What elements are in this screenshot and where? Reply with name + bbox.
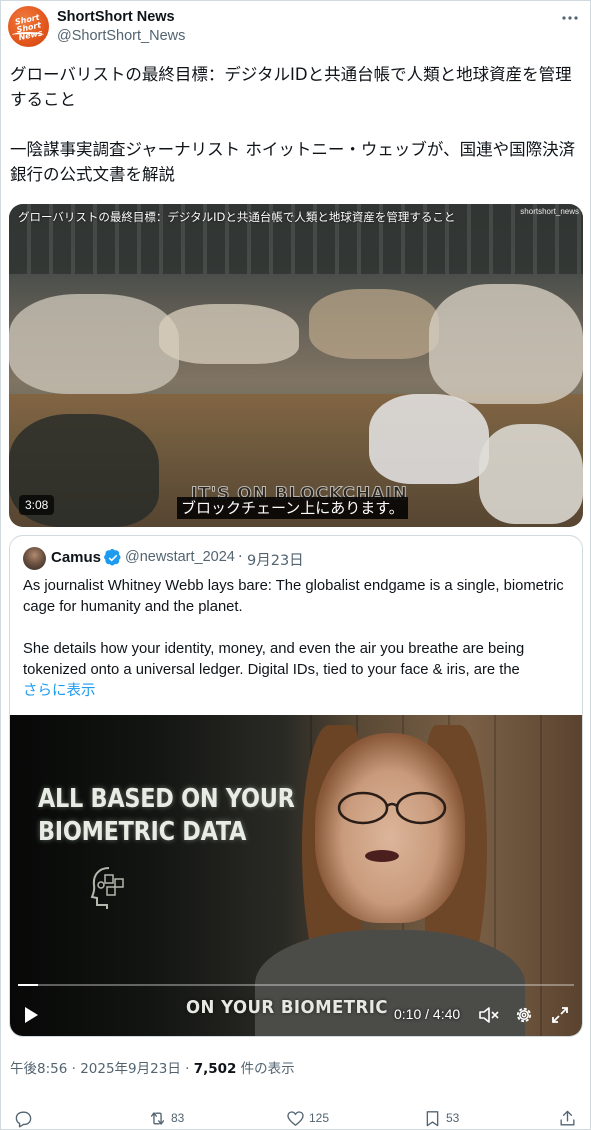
fullscreen-icon[interactable] [551, 1006, 569, 1024]
video-timestamp: 0:10 / 4:40 [394, 1006, 461, 1022]
more-options-button[interactable] [560, 8, 580, 28]
video-heading-overlay: ALL BASED ON YOUR BIOMETRIC DATA [38, 784, 295, 847]
goods-pile [429, 284, 583, 404]
glasses [337, 791, 447, 825]
goods-pile [369, 394, 489, 484]
tweet-metadata: 午後8:56 · 2025年9月23日 · 7,502 件の表示 [10, 1057, 295, 1077]
retweet-icon [150, 1111, 165, 1125]
speaker-lips [365, 850, 399, 862]
quoted-handle[interactable]: @newstart_2024 [125, 549, 235, 565]
goods-pile [159, 304, 299, 364]
reply-button[interactable] [14, 1106, 37, 1130]
like-count: 125 [309, 1111, 330, 1125]
quoted-avatar[interactable] [23, 547, 46, 570]
like-button[interactable]: 125 [286, 1106, 329, 1130]
share-icon [560, 1110, 575, 1126]
quoted-tweet[interactable]: Camus @newstart_2024 · 9月23日 As journali… [9, 535, 583, 1037]
action-bar: 83 125 53 [0, 1106, 591, 1130]
share-button[interactable] [558, 1106, 577, 1130]
speaker-face [315, 733, 465, 923]
video-player-1[interactable]: グローバリストの最終目標：デジタルIDと共通台帳で人類と地球資産を管理すること … [9, 204, 583, 527]
goods-pile [479, 424, 583, 524]
video-subtitle: ブロックチェーン上にあります。 [177, 497, 408, 519]
play-icon[interactable] [22, 1006, 40, 1024]
biometric-head-icon [90, 867, 124, 909]
reply-icon [15, 1110, 32, 1127]
tweet-text: グローバリストの最終目標：デジタルIDと共通台帳で人類と地球資産を管理すること … [10, 65, 576, 184]
quoted-display-name[interactable]: Camus [51, 549, 101, 566]
quoted-text: As journalist Whitney Webb lays bare: Th… [23, 578, 564, 678]
view-count-label: 件の表示 [236, 1061, 295, 1077]
video-progress-bar[interactable] [18, 984, 574, 986]
retweet-count: 83 [171, 1111, 185, 1125]
avatar-swoosh [12, 32, 44, 38]
bookmark-button[interactable]: 53 [423, 1106, 459, 1130]
settings-icon[interactable] [514, 1005, 534, 1025]
goods-pile [309, 289, 439, 359]
retweet-button[interactable]: 83 [148, 1106, 184, 1130]
quoted-date[interactable]: 9月23日 [247, 549, 304, 570]
goods-pile [9, 294, 179, 394]
video-duration-badge: 3:08 [19, 495, 55, 515]
avatar-logo-text: Short Short News [14, 12, 44, 43]
video-watermark: shortshort_news [520, 207, 579, 216]
video-title-overlay: グローバリストの最終目標：デジタルIDと共通台帳で人類と地球資産を管理すること [18, 210, 456, 224]
author-display-name[interactable]: ShortShort News [57, 9, 175, 25]
more-horizontal-icon [562, 16, 578, 20]
view-count: 7,502 [193, 1061, 237, 1077]
bookmark-icon [426, 1110, 439, 1126]
show-more-link[interactable]: さらに表示 [23, 679, 96, 700]
bookmark-count: 53 [446, 1111, 460, 1125]
avatar[interactable]: Short Short News [8, 6, 49, 47]
quoted-separator: · [238, 549, 243, 565]
author-handle[interactable]: @ShortShort_News [57, 28, 185, 44]
video-player-2[interactable]: ALL BASED ON YOUR BIOMETRIC DATA ON YOUR… [10, 715, 582, 1036]
video-caption: ON YOUR BIOMETRIC [186, 997, 388, 1018]
mute-icon[interactable] [479, 1006, 499, 1024]
tweet-header: Short Short News ShortShort News @ShortS… [8, 6, 584, 48]
verified-badge-icon [104, 549, 121, 566]
heart-icon [287, 1110, 304, 1126]
video-progress-fill [18, 984, 39, 986]
tweet-timestamp[interactable]: 午後8:56 · 2025年9月23日 · [10, 1061, 194, 1077]
